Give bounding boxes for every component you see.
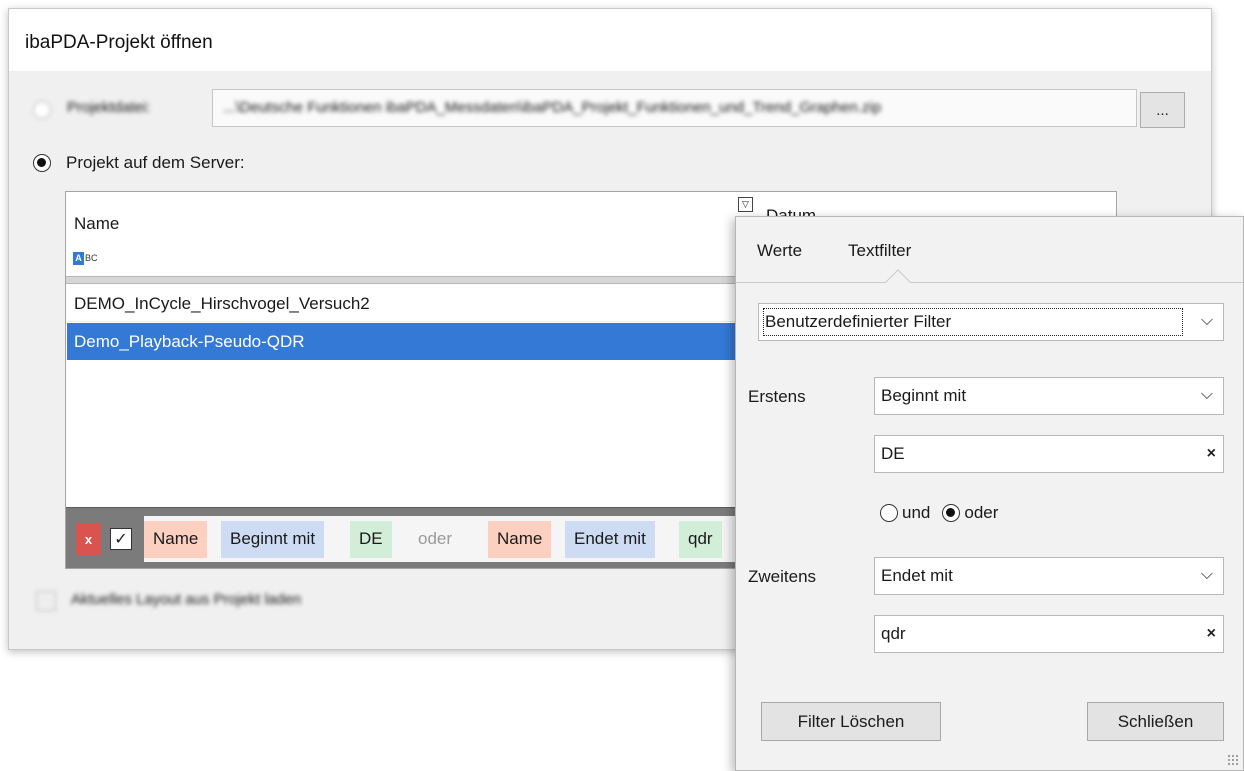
filter-chip-operator[interactable]: Endet mit (565, 521, 655, 558)
server-project-label: Projekt auf dem Server: (66, 153, 245, 172)
abc-text-filter-icon[interactable]: A BC (73, 251, 98, 265)
filter-chip-value[interactable]: qdr (679, 521, 722, 558)
resize-grip-icon[interactable] (1227, 754, 1239, 766)
load-layout-checkbox[interactable] (36, 591, 56, 611)
clear-filter-popup-button[interactable]: Filter Löschen (761, 702, 941, 741)
column-filter-icon[interactable]: ▽ (738, 197, 753, 212)
clear-icon[interactable]: × (1207, 445, 1216, 463)
tab-text-filter[interactable]: Textfilter (848, 241, 911, 261)
second-operator-value: Endet mit (881, 566, 953, 585)
filter-chip-value[interactable]: DE (350, 521, 392, 558)
and-label: und (902, 503, 931, 522)
project-file-label: Projektdatei: (67, 99, 151, 116)
filter-chip-field[interactable]: Name (488, 521, 552, 558)
first-value-input[interactable]: DE × (874, 435, 1224, 473)
dialog-titlebar: ibaPDA-Projekt öffnen (9, 9, 1211, 71)
logic-operator-group: und oder (880, 503, 998, 523)
first-value-text: DE (881, 444, 905, 463)
first-condition-label: Erstens (748, 387, 806, 406)
close-popup-button[interactable]: Schließen (1087, 702, 1224, 741)
tab-divider (736, 282, 1243, 283)
first-operator-value: Beginnt mit (881, 386, 967, 405)
clear-icon[interactable]: × (1207, 625, 1216, 643)
or-radio[interactable] (942, 504, 961, 522)
active-tab-indicator (885, 269, 911, 295)
and-radio[interactable] (880, 504, 898, 522)
or-label: oder (964, 503, 999, 522)
tab-values[interactable]: Werte (757, 241, 802, 261)
chevron-down-icon: ⌵ (1200, 566, 1213, 583)
chevron-down-icon: ⌵ (1200, 312, 1213, 329)
clear-filter-button[interactable]: x (76, 523, 101, 555)
server-project-radio[interactable] (33, 154, 51, 172)
browse-button[interactable]: ... (1140, 92, 1185, 128)
project-file-path-field[interactable]: ...\Deutsche Funktionen ibaPDA_Messdaten… (212, 89, 1137, 127)
filter-type-dropdown[interactable]: Benutzerdefinierter Filter ⌵ (758, 303, 1224, 341)
project-file-path-text: ...\Deutsche Funktionen ibaPDA_Messdaten… (223, 99, 882, 116)
second-value-text: qdr (881, 624, 906, 643)
enable-filter-checkbox[interactable]: ✓ (110, 528, 132, 550)
first-operator-dropdown[interactable]: Beginnt mit ⌵ (874, 377, 1224, 415)
column-header-name[interactable]: Name (74, 214, 119, 234)
dialog-title: ibaPDA-Projekt öffnen (25, 32, 213, 53)
column-filter-popup: Werte Textfilter Benutzerdefinierter Fil… (735, 216, 1244, 771)
chevron-down-icon: ⌵ (1200, 386, 1213, 403)
second-value-input[interactable]: qdr × (874, 615, 1224, 653)
second-condition-label: Zweitens (748, 567, 817, 586)
project-file-radio[interactable] (33, 101, 51, 119)
filter-chip-operator[interactable]: Beginnt mit (221, 521, 325, 558)
filter-chip-field[interactable]: Name (144, 521, 208, 558)
second-operator-dropdown[interactable]: Endet mit ⌵ (874, 557, 1224, 595)
load-layout-label: Aktuelles Layout aus Projekt laden (71, 591, 302, 608)
filter-chip-logic[interactable]: oder (409, 521, 461, 558)
